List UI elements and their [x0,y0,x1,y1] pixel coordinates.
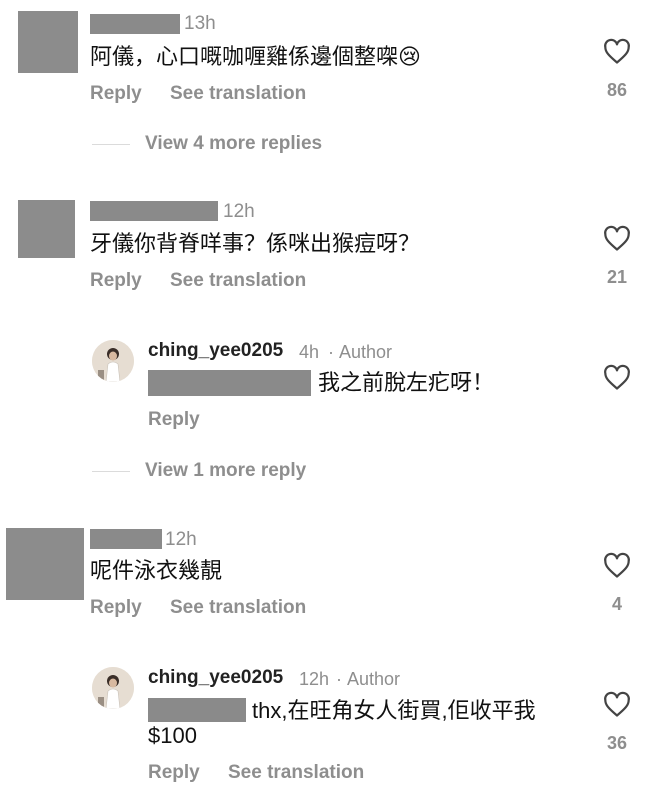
see-translation-button[interactable]: See translation [170,596,306,620]
redacted-mention [148,698,246,722]
author-avatar-image [92,667,134,709]
reply-text: 我之前脫左疕呀！ [318,370,495,395]
see-translation-button[interactable]: See translation [228,761,364,785]
see-translation-button[interactable]: See translation [170,82,306,106]
redacted-mention [148,370,311,396]
author-avatar[interactable] [92,667,134,709]
like-count: 36 [606,733,628,753]
redacted-avatar [18,200,75,258]
reply-username[interactable]: ching_yee0205 [148,340,283,362]
heart-outline-icon[interactable] [602,38,632,66]
redacted-username [90,529,162,549]
divider-line [92,144,130,145]
comment-time: 13h [184,13,216,34]
redacted-username [90,14,180,34]
heart-outline-icon[interactable] [602,691,632,719]
redacted-avatar [6,528,84,600]
author-badge: Author [347,669,401,689]
like-count: 4 [611,594,622,614]
redacted-avatar [18,11,78,73]
author-badge: Author [339,342,393,362]
author-avatar[interactable] [92,340,134,382]
divider-line [92,471,130,472]
heart-outline-icon[interactable] [602,364,632,392]
heart-outline-icon[interactable] [602,552,632,580]
like-count: 21 [606,267,628,287]
comment-time: 12h [223,201,255,222]
reply-time: 4h [299,342,320,362]
view-more-replies-button[interactable]: View 1 more reply [145,459,306,483]
author-avatar-image [92,340,134,382]
reply-username[interactable]: ching_yee0205 [148,667,283,689]
comment-text: 牙儀你背脊咩事？係咪出猴痘呀？ [90,231,421,256]
reply-text: $100 [148,723,197,748]
see-translation-button[interactable]: See translation [170,269,306,293]
view-more-replies-button[interactable]: View 4 more replies [145,132,322,156]
reply-button[interactable]: Reply [90,269,142,293]
reply-text: thx,在旺角女人街買,佢收平我 [252,698,536,723]
meta-separator: · [328,342,334,362]
meta-separator: · [336,669,342,689]
comment-text: 阿儀，心口嘅咖喱雞係邊個整㗎😢 [90,44,421,69]
reply-button[interactable]: Reply [148,408,200,432]
like-count: 86 [606,80,628,100]
reply-button[interactable]: Reply [90,596,142,620]
comment-time: 12h [165,529,197,550]
comment-text: 呢件泳衣幾靚 [90,558,223,583]
redacted-username [90,201,218,221]
reply-button[interactable]: Reply [148,761,200,785]
reply-button[interactable]: Reply [90,82,142,106]
reply-time: 12h [299,669,330,689]
heart-outline-icon[interactable] [602,225,632,253]
